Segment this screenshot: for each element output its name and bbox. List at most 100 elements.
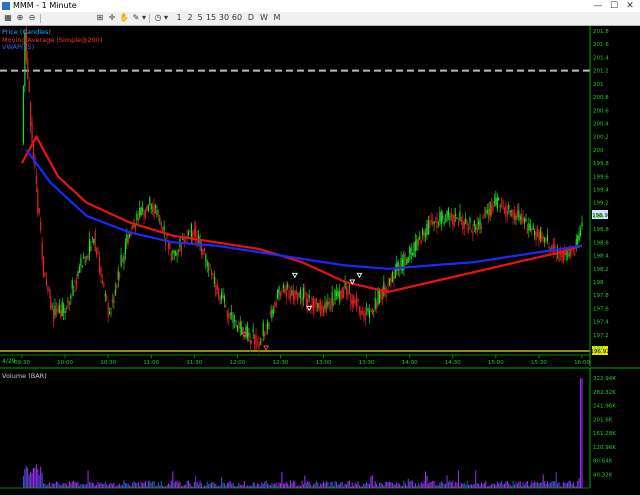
price-panel[interactable]: Price (Candles) Moving Average (Simple@2…: [0, 26, 640, 353]
candle-body: [518, 210, 520, 218]
candle-body: [87, 256, 89, 258]
interval-60[interactable]: 60: [231, 13, 243, 23]
zoom-in-icon[interactable]: ⊕: [15, 13, 25, 23]
crosshair-icon[interactable]: ✛: [107, 13, 117, 23]
candle-body: [528, 222, 530, 231]
candle-body: [129, 233, 131, 238]
candle-body: [97, 251, 99, 253]
interval-5[interactable]: 5: [196, 13, 204, 23]
volume-bar: [110, 482, 112, 488]
volume-bar: [495, 485, 497, 488]
volume-bar: [544, 481, 546, 488]
volume-bar: [483, 482, 485, 488]
pan-icon[interactable]: ✋: [119, 13, 129, 23]
candle-body: [363, 313, 365, 316]
volume-bar: [298, 485, 300, 488]
clock-icon[interactable]: ◷: [153, 13, 163, 23]
volume-bar: [404, 483, 406, 488]
volume-bar: [132, 482, 134, 488]
candle-body: [373, 310, 375, 312]
candle-body: [169, 243, 171, 248]
volume-bar: [160, 480, 162, 488]
candle-body: [465, 218, 467, 225]
candle-body: [254, 334, 256, 345]
volume-bar: [485, 480, 487, 488]
time-axis-tick-label: 11:00: [143, 360, 159, 366]
grid-icon[interactable]: ▦: [3, 13, 13, 23]
draw-icon[interactable]: ✎: [131, 13, 141, 23]
candle-body: [103, 283, 105, 288]
candle-body: [529, 224, 531, 231]
candle-body: [489, 202, 491, 216]
volume-bar: [212, 481, 214, 488]
volume-bar: [509, 484, 511, 488]
candle-body: [495, 197, 497, 205]
volume-bar: [463, 483, 465, 488]
candle-body: [341, 287, 343, 298]
interval-d[interactable]: D: [246, 13, 256, 23]
volume-bar: [198, 484, 200, 488]
volume-bar: [551, 481, 553, 488]
candle-body: [335, 291, 338, 297]
candle-body: [106, 295, 108, 300]
candle-body: [116, 285, 118, 288]
interval-m[interactable]: M: [272, 13, 282, 23]
fit-icon[interactable]: ⊞: [95, 13, 105, 23]
volume-bar: [147, 480, 149, 488]
zoom-out-icon[interactable]: ⊖: [27, 13, 37, 23]
interval-w[interactable]: W: [259, 13, 269, 23]
volume-bar: [137, 482, 139, 488]
interval-1[interactable]: 1: [175, 13, 183, 23]
candle-body: [492, 203, 494, 212]
volume-bar: [429, 482, 431, 488]
volume-panel[interactable]: Volume (BAR) 322.94K 282.32K 241.96K 201.6K…: [0, 367, 640, 489]
arrow-icon[interactable]: ▾: [141, 13, 147, 23]
candle-body: [578, 232, 580, 241]
candle-body: [456, 217, 458, 220]
volume-bar: [76, 482, 78, 488]
candle-body: [516, 210, 518, 217]
volume-bar: [291, 483, 293, 488]
candle-body: [96, 247, 98, 255]
volume-bar: [40, 466, 42, 488]
candle-body: [376, 302, 378, 309]
candle-body: [324, 303, 326, 309]
candle-body: [73, 291, 75, 293]
toolbar: ▦ ⊕ ⊖ ⊞ ✛ ✋ ✎ ▾ ◷ ▾ 1 2 5 15 30 60 D W M: [0, 12, 640, 26]
candle-body: [209, 264, 211, 269]
volume-bar: [410, 480, 412, 488]
candle-body: [546, 234, 549, 242]
candle-body: [259, 341, 261, 344]
volume-bar: [335, 481, 337, 488]
candle-body: [312, 298, 315, 311]
close-button[interactable]: ✕: [622, 0, 638, 12]
candle-body: [139, 207, 141, 218]
volume-bar: [285, 481, 287, 488]
interval-2[interactable]: 2: [186, 13, 194, 23]
chart-area[interactable]: Price (Candles) Moving Average (Simple@2…: [0, 26, 640, 495]
candle-body: [146, 206, 148, 211]
volume-bar: [357, 481, 359, 488]
volume-bar: [238, 483, 240, 488]
time-axis-tick-label: 13:30: [359, 360, 375, 366]
candle-body: [419, 236, 421, 240]
volume-bar: [241, 484, 243, 488]
volume-bar: [368, 483, 370, 488]
volume-bar: [31, 472, 33, 488]
volume-bar: [104, 481, 106, 488]
price-axis-tick-label: 199: [593, 214, 604, 220]
interval-30[interactable]: 30: [218, 13, 230, 23]
candle-body: [54, 305, 56, 316]
time-axis-tick-label: 15:00: [488, 360, 504, 366]
volume-bar: [87, 470, 89, 488]
volume-bar: [83, 483, 85, 488]
maximize-button[interactable]: ☐: [606, 0, 622, 12]
candle-body: [84, 260, 86, 262]
candle-body: [289, 294, 292, 299]
candle-body: [57, 308, 59, 312]
candle-body: [124, 242, 126, 254]
minimize-button[interactable]: —: [590, 0, 606, 12]
volume-bar: [258, 483, 260, 488]
clock-dropdown-icon[interactable]: ▾: [163, 13, 169, 23]
interval-15[interactable]: 15: [205, 13, 217, 23]
